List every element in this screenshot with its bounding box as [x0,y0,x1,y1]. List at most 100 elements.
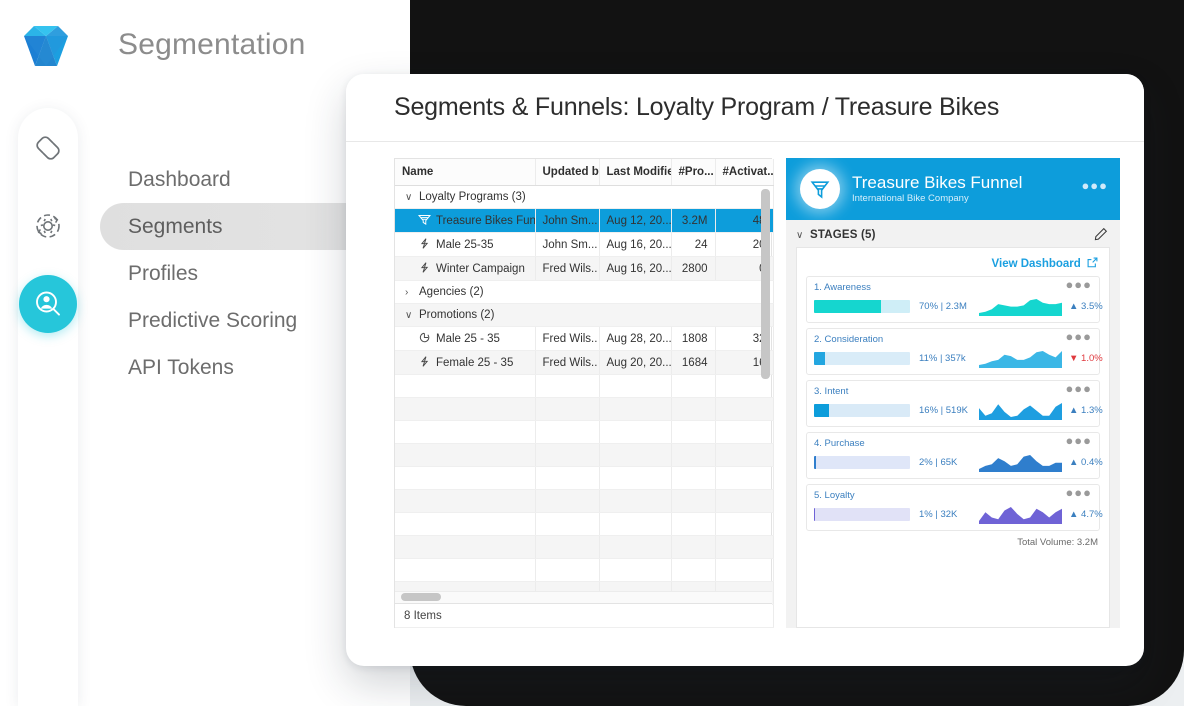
cell-empty [535,489,600,513]
cell-empty [395,512,536,536]
table-row[interactable]: Treasure Bikes FunnelJohn Sm...Aug 12, 2… [395,208,774,233]
table-group-row[interactable]: ∨ Loyalty Programs (3) [395,185,774,209]
table-row[interactable]: Male 25 - 35 Fred Wils.. Aug 28, 20... 1808… [395,326,774,351]
table-row[interactable]: Female 25 - 35 Fred Wils.. Aug 20, 20... 16… [395,350,774,375]
segment-name: Female 25 - 35 [436,357,514,369]
cell-empty [535,374,600,398]
chevron-down-icon[interactable]: ∨ [796,230,810,241]
window-header: Segments & Funnels: Loyalty Program / Tr… [346,74,1144,142]
stage-delta: ▲ 4.7% [1069,508,1103,520]
cell-last-modified: Aug 28, 20... [599,326,672,351]
stage-title: 5. Loyalty [814,490,855,501]
column-header-name[interactable]: Name [395,159,536,186]
table-body: ∨Loyalty Programs (3)Treasure Bikes Funn… [395,185,774,628]
cell-empty [599,466,672,490]
cell-last-modified: Aug 12, 20... [599,208,672,233]
table-row[interactable]: Winter Campaign Fred Wils.. Aug 16, 20... 2… [395,256,774,281]
cell-profiles: 24 [671,232,716,257]
table-empty-row [395,489,774,513]
column-header-last-modified[interactable]: Last Modified [599,159,672,186]
cell-empty [715,466,774,490]
stage-progress-fill [814,299,882,313]
funnel-stage[interactable]: 3. Intent ●●● 16% | 519K ▲ 1.3% [806,380,1103,427]
more-horizontal-icon[interactable]: ●●● [1081,179,1108,192]
cell-empty [671,420,716,444]
funnel-stage[interactable]: 1. Awareness ●●● 70% | 2.3M ▲ 3.5% [806,276,1103,323]
cell-name: Male 25-35 [395,232,536,257]
segments-table: Name Updated by Last Modified #Pro... #A… [395,159,774,628]
cell-empty [395,466,536,490]
table-row[interactable]: Male 25-35 John Sm... Aug 16, 20... 24 20 [395,232,774,257]
cell-empty [599,512,672,536]
stage-sparkline [979,455,1062,472]
gear-refresh-icon[interactable] [20,198,76,254]
cell-empty [671,535,716,559]
cell-empty [715,512,774,536]
segment-name: Winter Campaign [436,263,525,275]
table-horizontal-scrollbar-thumb[interactable] [401,593,441,601]
cell-updated-by: John Sm... [535,232,600,257]
table-group-row[interactable]: › Agencies (2) [395,280,774,304]
more-horizontal-icon[interactable]: ●●● [1065,486,1092,499]
stage-metrics-row: 16% | 519K ▲ 1.3% [814,400,1103,420]
pencil-icon[interactable] [1094,227,1108,241]
column-header-updated-by[interactable]: Updated by [535,159,600,186]
cell-name: Female 25 - 35 [395,350,536,375]
cell-empty [671,443,716,467]
stage-title: 4. Purchase [814,438,865,449]
stage-sparkline [979,507,1062,524]
column-header-profiles[interactable]: #Pro... [671,159,716,186]
stage-progress-bar [814,507,910,521]
cell-updated-by: Fred Wils.. [535,326,600,351]
more-horizontal-icon[interactable]: ●●● [1065,382,1092,395]
total-volume-label: Total Volume: 3.2M [1017,537,1098,548]
cell-empty [671,374,716,398]
view-dashboard-link[interactable]: View Dashboard [806,254,1100,276]
funnel-stage[interactable]: 5. Loyalty ●●● 1% | 32K ▲ 4.7% [806,484,1103,531]
cell-updated-by: John Sm... [535,208,600,233]
table-empty-row [395,466,774,490]
brand: Segmentation [20,18,400,72]
funnel-name: Treasure Bikes Funnel [852,173,1023,192]
table-empty-row [395,512,774,536]
table-empty-row [395,374,774,398]
stage-progress-fill [814,507,815,521]
cell-empty [535,466,600,490]
stage-delta: ▲ 0.4% [1069,456,1103,468]
stage-sparkline [979,299,1062,316]
cell-profiles: 2800 [671,256,716,281]
funnel-stage[interactable]: 4. Purchase ●●● 2% | 65K ▲ 0.4% [806,432,1103,479]
person-search-icon[interactable] [19,275,77,333]
segment-name: Treasure Bikes Funnel [436,215,535,227]
more-horizontal-icon[interactable]: ●●● [1065,434,1092,447]
cell-profiles: 1684 [671,350,716,375]
more-horizontal-icon[interactable]: ●●● [1065,278,1092,291]
cell-empty [535,420,600,444]
stage-progress-bar [814,403,910,417]
group-twisty-icon[interactable]: › [405,287,419,298]
cell-name: Male 25 - 35 [395,326,536,351]
column-header-activations[interactable]: #Activat... [715,159,774,186]
stage-value-label: 11% | 357k [919,352,966,364]
segments-table-panel: Name Updated by Last Modified #Pro... #A… [394,158,774,628]
group-twisty-icon[interactable]: ∨ [405,310,419,321]
table-empty-row [395,558,774,582]
page-title: Segments & Funnels: Loyalty Program / Tr… [394,93,1000,121]
segment-name: Male 25-35 [436,239,494,251]
cell-name: Winter Campaign [395,256,536,281]
app-window: Segments & Funnels: Loyalty Program / Tr… [346,74,1144,666]
stages-header-left[interactable]: ∨ STAGES (5) [796,225,876,243]
table-group-row[interactable]: ∨ Promotions (2) [395,303,774,327]
cell-empty [715,397,774,421]
group-name: Promotions (2) [419,309,495,321]
table-vertical-scrollbar[interactable] [761,189,770,379]
more-horizontal-icon[interactable]: ●●● [1065,330,1092,343]
funnel-stage[interactable]: 2. Consideration ●●● 11% | 357k ▼ 1.0% [806,328,1103,375]
external-link-icon[interactable] [1087,257,1098,268]
cell-last-modified: Aug 20, 20... [599,350,672,375]
cell-name: Treasure Bikes Funnel [395,208,536,233]
connector-link-icon[interactable] [20,120,76,176]
cell-empty [599,558,672,582]
stage-value-label: 16% | 519K [919,404,968,416]
group-twisty-icon[interactable]: ∨ [405,192,419,203]
